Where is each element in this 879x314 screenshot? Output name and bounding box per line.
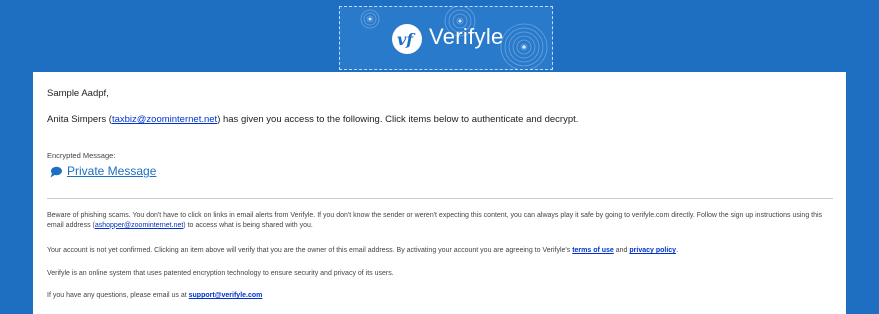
- encrypted-message-label: Encrypted Message:: [47, 151, 116, 160]
- brand-name: Verifyle: [429, 24, 504, 49]
- intro-text: Anita Simpers (taxbiz@zoominternet.net) …: [47, 114, 578, 125]
- divider: [47, 198, 833, 199]
- terms-of-use-link[interactable]: terms of use: [572, 247, 614, 254]
- brand-banner: vf Verifyle: [339, 6, 553, 70]
- intro-rest: ) has given you access to the following.…: [217, 114, 579, 125]
- account-end: .: [676, 247, 679, 254]
- about-verifyle: Verifyle is an online system that uses p…: [47, 270, 394, 277]
- sender-email-link[interactable]: taxbiz@zoominternet.net: [112, 114, 217, 125]
- email-header: vf Verifyle: [0, 0, 879, 72]
- phishing-text-2: ) to access what is being shared with yo…: [183, 221, 313, 229]
- greeting: Sample Aadpf,: [47, 88, 109, 99]
- recipient-email-link[interactable]: ashopper@zoominternet.net: [95, 222, 183, 229]
- private-message-link[interactable]: Private Message: [67, 164, 156, 178]
- chat-bubble-icon: [50, 166, 62, 178]
- support-email-link[interactable]: support@verifyle.com: [189, 292, 263, 299]
- account-text-1: Your account is not yet confirmed. Click…: [47, 247, 573, 254]
- verifyle-logo-icon: vf: [392, 24, 422, 54]
- sender-name: Anita Simpers: [47, 114, 107, 125]
- questions-text: If you have any questions, please email …: [47, 291, 833, 301]
- phishing-warning: Beware of phishing scams. You don't have…: [47, 211, 833, 230]
- account-notice: Your account is not yet confirmed. Click…: [47, 246, 833, 256]
- questions-prefix: If you have any questions, please email …: [47, 292, 189, 299]
- email-body-panel: Sample Aadpf, Anita Simpers (taxbiz@zoom…: [33, 72, 846, 314]
- logo-mark-text: vf: [397, 30, 414, 49]
- privacy-policy-link[interactable]: privacy policy: [629, 247, 676, 254]
- account-and: and: [613, 247, 630, 254]
